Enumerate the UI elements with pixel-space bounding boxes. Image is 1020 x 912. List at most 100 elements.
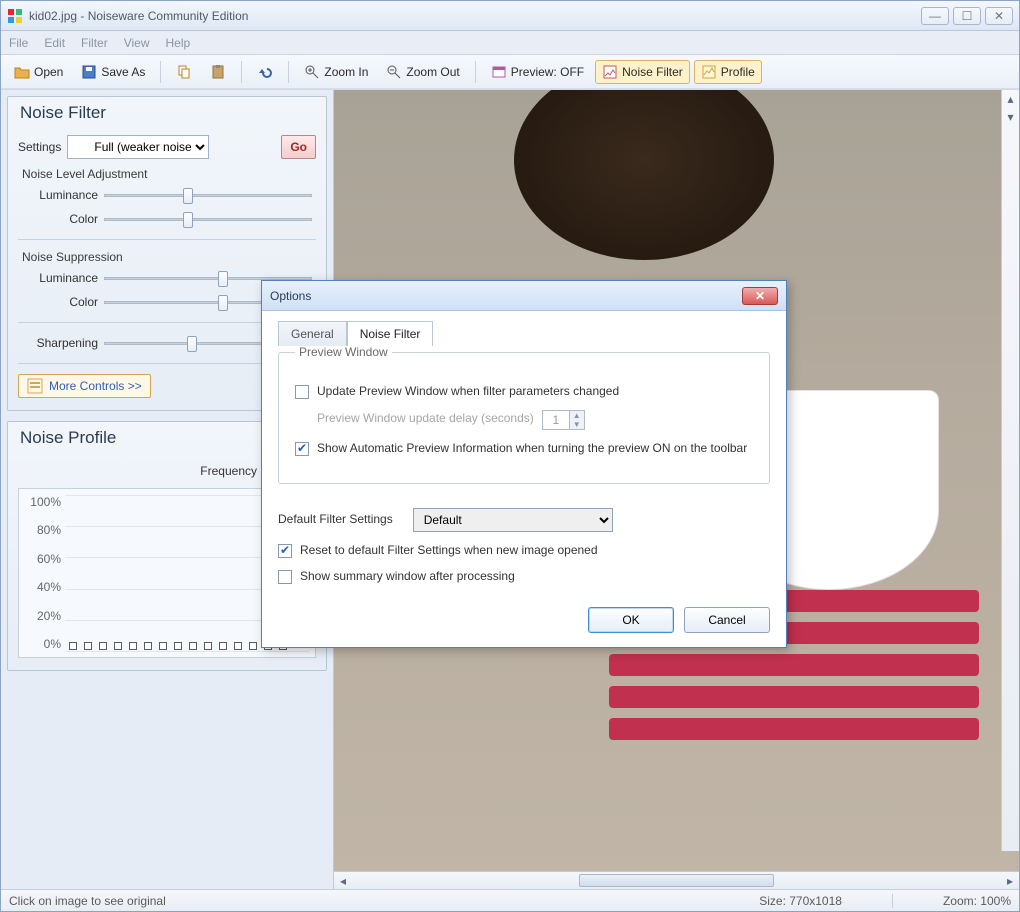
app-window: kid02.jpg - Noiseware Community Edition … <box>0 0 1020 912</box>
delay-label: Preview Window update delay (seconds) <box>317 410 534 427</box>
maximize-button[interactable]: ☐ <box>953 7 981 25</box>
show-auto-preview-checkbox[interactable]: ✔ <box>295 442 309 456</box>
menu-help[interactable]: Help <box>166 36 191 50</box>
default-settings-select[interactable]: Default <box>413 508 613 532</box>
copy-button[interactable] <box>169 60 199 84</box>
ytick: 40% <box>37 580 61 594</box>
toolbar-separator <box>288 61 289 83</box>
options-dialog: Options ✕ General Noise Filter Preview W… <box>261 280 787 648</box>
ytick: 60% <box>37 552 61 566</box>
preview-window-group: Preview Window Update Preview Window whe… <box>278 345 770 484</box>
more-controls-button[interactable]: More Controls >> <box>18 374 151 398</box>
copy-icon <box>176 64 192 80</box>
sharpening-label: Sharpening <box>22 336 98 350</box>
settings-select[interactable]: Full (weaker noise <box>67 135 209 159</box>
settings-label: Settings <box>18 140 61 154</box>
toolbar-separator <box>241 61 242 83</box>
profile-button[interactable]: Profile <box>694 60 762 84</box>
frequency-label: Frequency <box>200 464 257 478</box>
ytick: 0% <box>44 637 61 651</box>
preview-icon <box>491 64 507 80</box>
dialog-title-text: Options <box>270 289 311 303</box>
preview-label: Preview: OFF <box>511 65 584 79</box>
reset-default-label: Reset to default Filter Settings when ne… <box>300 542 598 559</box>
more-controls-icon <box>27 378 43 394</box>
statusbar: Click on image to see original Size: 770… <box>1 889 1019 911</box>
spin-up-icon[interactable]: ▲ <box>569 411 584 420</box>
noise-filter-title: Noise Filter <box>18 97 316 131</box>
status-zoom: Zoom: 100% <box>943 894 1011 908</box>
nla-color-slider[interactable] <box>104 209 312 229</box>
noise-filter-icon <box>602 64 618 80</box>
app-icon <box>7 8 23 24</box>
scroll-up-icon[interactable]: ▴ <box>1002 90 1019 108</box>
tab-general[interactable]: General <box>278 321 347 346</box>
noise-filter-button[interactable]: Noise Filter <box>595 60 690 84</box>
status-hint: Click on image to see original <box>9 894 166 908</box>
chart-y-axis: 100% 80% 60% 40% 20% 0% <box>19 489 65 657</box>
show-auto-preview-label: Show Automatic Preview Information when … <box>317 440 747 457</box>
vertical-scrollbar[interactable]: ▴ ▾ <box>1001 90 1019 851</box>
toolbar: Open Save As Zoom In Zoom Out Preview: O… <box>1 55 1019 89</box>
noise-filter-label: Noise Filter <box>622 65 683 79</box>
open-button[interactable]: Open <box>7 60 70 84</box>
delay-input[interactable] <box>543 413 569 427</box>
nla-luminance-slider[interactable] <box>104 185 312 205</box>
toolbar-separator <box>475 61 476 83</box>
cancel-button[interactable]: Cancel <box>684 607 770 633</box>
zoom-out-label: Zoom Out <box>406 65 459 79</box>
scroll-left-icon[interactable]: ◂ <box>334 872 352 889</box>
nla-label: Noise Level Adjustment <box>22 167 316 181</box>
toolbar-separator <box>160 61 161 83</box>
ytick: 80% <box>37 523 61 537</box>
undo-button[interactable] <box>250 60 280 84</box>
menu-edit[interactable]: Edit <box>44 36 65 50</box>
hscroll-thumb[interactable] <box>579 874 774 887</box>
update-preview-checkbox[interactable] <box>295 385 309 399</box>
scroll-right-icon[interactable]: ▸ <box>1001 872 1019 889</box>
floppy-icon <box>81 64 97 80</box>
preview-toggle-button[interactable]: Preview: OFF <box>484 60 591 84</box>
spin-down-icon[interactable]: ▼ <box>569 420 584 429</box>
zoom-in-button[interactable]: Zoom In <box>297 60 375 84</box>
dialog-close-button[interactable]: ✕ <box>742 287 778 305</box>
show-summary-label: Show summary window after processing <box>300 568 515 585</box>
zoom-in-label: Zoom In <box>324 65 368 79</box>
menu-filter[interactable]: Filter <box>81 36 108 50</box>
zoom-out-icon <box>386 64 402 80</box>
undo-icon <box>257 64 273 80</box>
menu-file[interactable]: File <box>9 36 28 50</box>
folder-open-icon <box>14 64 30 80</box>
dialog-tabs: General Noise Filter <box>278 321 770 346</box>
luminance-label: Luminance <box>22 188 98 202</box>
default-settings-label: Default Filter Settings <box>278 511 393 528</box>
window-title: kid02.jpg - Noiseware Community Edition <box>29 9 248 23</box>
profile-label: Profile <box>721 65 755 79</box>
horizontal-scrollbar[interactable]: ◂ ▸ <box>334 871 1019 889</box>
show-summary-checkbox[interactable] <box>278 570 292 584</box>
scroll-down-icon[interactable]: ▾ <box>1002 108 1019 126</box>
more-controls-label: More Controls >> <box>49 379 142 393</box>
ytick: 20% <box>37 609 61 623</box>
ns-label: Noise Suppression <box>22 250 316 264</box>
paste-icon <box>210 64 226 80</box>
tab-noise-filter[interactable]: Noise Filter <box>347 321 434 346</box>
menubar: File Edit Filter View Help <box>1 31 1019 55</box>
zoom-in-icon <box>304 64 320 80</box>
close-button[interactable]: ✕ <box>985 7 1013 25</box>
profile-icon <box>701 64 717 80</box>
save-as-button[interactable]: Save As <box>74 60 152 84</box>
ns-luminance-label: Luminance <box>22 271 98 285</box>
ok-button[interactable]: OK <box>588 607 674 633</box>
paste-button[interactable] <box>203 60 233 84</box>
reset-default-checkbox[interactable]: ✔ <box>278 544 292 558</box>
minimize-button[interactable]: — <box>921 7 949 25</box>
preview-window-legend: Preview Window <box>295 345 392 359</box>
titlebar: kid02.jpg - Noiseware Community Edition … <box>1 1 1019 31</box>
update-preview-label: Update Preview Window when filter parame… <box>317 383 619 400</box>
ns-color-label: Color <box>22 295 98 309</box>
zoom-out-button[interactable]: Zoom Out <box>379 60 466 84</box>
menu-view[interactable]: View <box>124 36 150 50</box>
go-button[interactable]: Go <box>281 135 316 159</box>
delay-spinner[interactable]: ▲▼ <box>542 410 585 430</box>
